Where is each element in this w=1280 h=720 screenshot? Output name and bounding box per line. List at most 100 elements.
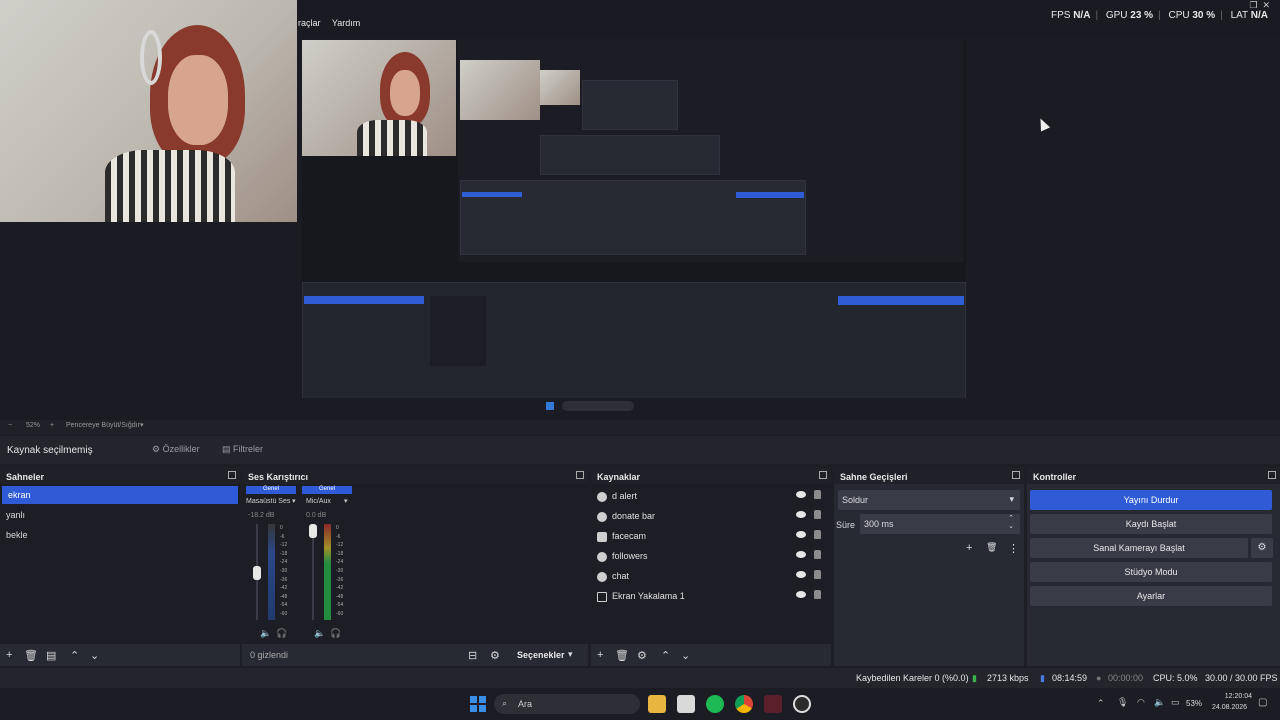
speaker-icon[interactable]: 🔈 <box>1154 697 1165 708</box>
list-item[interactable]: followers <box>591 546 831 566</box>
filter-icon[interactable]: ▤ <box>46 649 56 662</box>
zoom-in-button[interactable]: + <box>50 422 54 429</box>
gear-icon[interactable]: ⚙ <box>1251 538 1273 558</box>
volume-slider-track <box>312 524 314 620</box>
transition-select[interactable]: Soldur ▾ <box>838 490 1020 510</box>
scene-item[interactable]: bekle <box>0 526 240 544</box>
lock-icon[interactable] <box>814 550 821 559</box>
add-icon[interactable]: + <box>597 649 603 661</box>
clock-date[interactable]: 24.08.2026 <box>1212 704 1247 711</box>
virtual-camera-button[interactable]: Sanal Kamerayı Başlat <box>1030 538 1248 558</box>
layout-icon[interactable]: ⊟ <box>468 649 477 662</box>
arrow-up-icon[interactable]: ⌃ <box>661 649 670 662</box>
hidden-count: 0 gizlendi <box>250 650 289 660</box>
volume-slider[interactable] <box>253 566 261 580</box>
start-recording-button[interactable]: Kaydı Başlat <box>1030 514 1272 534</box>
spotify-icon[interactable] <box>706 695 724 713</box>
source-name: facecam <box>612 531 647 541</box>
add-icon[interactable]: + <box>6 649 12 661</box>
lock-icon[interactable] <box>814 490 821 499</box>
arrow-down-icon[interactable]: ⌄ <box>681 649 690 662</box>
stepper-icon[interactable]: ⌃ ⌄ <box>1008 514 1014 530</box>
wifi-icon[interactable]: ◠ <box>1137 697 1145 708</box>
battery-icon[interactable]: ▭ <box>1171 697 1180 708</box>
volume-slider[interactable] <box>309 524 317 538</box>
gear-icon[interactable]: ⚙ <box>637 649 647 662</box>
meter-ticks: 0 -6 -12 -18 -24 -30 -36 -42 -48 -54 -60 <box>336 524 343 619</box>
menu-item-tools[interactable]: raçlar <box>298 18 321 28</box>
fit-window-button[interactable]: Pencereye Büyüt/Sığdır <box>66 422 140 429</box>
microphone-icon[interactable]: 🎙 <box>1117 697 1128 708</box>
arrow-down-icon[interactable]: ⌄ <box>90 649 99 662</box>
chevron-down-icon[interactable]: ▾ <box>344 497 348 505</box>
dock-popout-icon[interactable] <box>1268 471 1276 479</box>
eye-icon[interactable] <box>796 591 806 598</box>
mixer-tab[interactable]: Genel <box>246 486 296 494</box>
list-item[interactable]: facecam <box>591 526 831 546</box>
clock-time[interactable]: 12:20:04 <box>1220 693 1252 700</box>
zoom-out-button[interactable]: − <box>8 422 12 429</box>
eye-icon[interactable] <box>796 491 806 498</box>
more-icon[interactable]: ⋮ <box>1008 542 1019 555</box>
dock-popout-icon[interactable] <box>228 471 236 479</box>
app-icon[interactable] <box>764 695 782 713</box>
stop-stream-button[interactable]: Yayını Durdur <box>1030 490 1272 510</box>
studio-mode-button[interactable]: Stüdyo Modu <box>1030 562 1272 582</box>
headphones-icon[interactable]: 🎧 <box>330 628 341 639</box>
dock-popout-icon[interactable] <box>576 471 584 479</box>
dock-popout-icon[interactable] <box>1012 471 1020 479</box>
menu-item-help[interactable]: Yardım <box>332 18 360 28</box>
headphones-icon[interactable]: 🎧 <box>276 628 287 639</box>
transitions-dock: Sahne Geçişleri Soldur ▾ Süre 300 ms ⌃ ⌄ … <box>834 468 1024 666</box>
add-icon[interactable]: + <box>966 542 972 554</box>
chrome-icon[interactable] <box>735 695 753 713</box>
list-item[interactable]: d alert <box>591 486 831 506</box>
chevron-down-icon[interactable]: ▾ <box>140 421 144 429</box>
restore-icon[interactable]: ❐ <box>1249 0 1257 10</box>
chevron-down-icon[interactable]: ▾ <box>292 497 296 505</box>
speaker-icon[interactable]: 🔈 <box>314 628 325 639</box>
gear-icon[interactable]: ⚙ <box>490 649 500 662</box>
stream-icon: ▮ <box>1040 673 1045 683</box>
options-button[interactable]: Seçenekler <box>517 650 565 660</box>
scene-item[interactable]: ekran <box>2 486 238 504</box>
eye-icon[interactable] <box>796 571 806 578</box>
lock-icon[interactable] <box>814 530 821 539</box>
channel-name: Mic/Aux <box>306 498 331 505</box>
chevron-up-icon[interactable]: ⌃ <box>1097 698 1105 709</box>
obs-icon[interactable] <box>793 695 811 713</box>
mixer-tab[interactable]: Genel <box>302 486 352 494</box>
gear-icon: ⚙ <box>152 444 161 454</box>
lock-icon[interactable] <box>814 590 821 599</box>
speaker-icon[interactable]: 🔈 <box>260 628 271 639</box>
dock-popout-icon[interactable] <box>819 471 827 479</box>
store-icon[interactable] <box>677 695 695 713</box>
dropped-frames: Kaybedilen Kareler 0 (%0.0) <box>856 673 969 683</box>
controls-dock: Kontroller Yayını Durdur Kaydı Başlat Sa… <box>1027 468 1280 666</box>
arrow-up-icon[interactable]: ⌃ <box>70 649 79 662</box>
scene-item[interactable]: yanlı <box>0 506 240 524</box>
window-controls: ❐ ✕ <box>1249 0 1270 11</box>
duration-input[interactable]: 300 ms ⌃ ⌄ <box>860 514 1020 534</box>
chevron-down-icon[interactable]: ▾ <box>568 649 573 660</box>
filters-button[interactable]: ▤ Filtreler <box>216 442 269 458</box>
properties-button[interactable]: ⚙ Özellikler <box>146 442 206 458</box>
lock-icon[interactable] <box>814 570 821 579</box>
trash-icon[interactable]: 🗑 <box>615 649 629 662</box>
close-icon[interactable]: ✕ <box>1262 0 1270 10</box>
windows-start-icon[interactable] <box>470 696 486 712</box>
eye-icon[interactable] <box>796 531 806 538</box>
trash-icon[interactable]: 🗑 <box>986 542 997 553</box>
meter-tick-label: -48 <box>336 593 344 600</box>
settings-button[interactable]: Ayarlar <box>1030 586 1272 606</box>
notification-icon[interactable]: ▢ <box>1258 697 1267 708</box>
taskbar-search[interactable]: ⌕ Ara <box>494 694 640 714</box>
list-item[interactable]: donate bar <box>591 506 831 526</box>
trash-icon[interactable]: 🗑 <box>24 649 38 662</box>
lock-icon[interactable] <box>814 510 821 519</box>
eye-icon[interactable] <box>796 511 806 518</box>
list-item[interactable]: Ekran Yakalama 1 <box>591 586 831 606</box>
eye-icon[interactable] <box>796 551 806 558</box>
file-explorer-icon[interactable] <box>648 695 666 713</box>
list-item[interactable]: chat <box>591 566 831 586</box>
